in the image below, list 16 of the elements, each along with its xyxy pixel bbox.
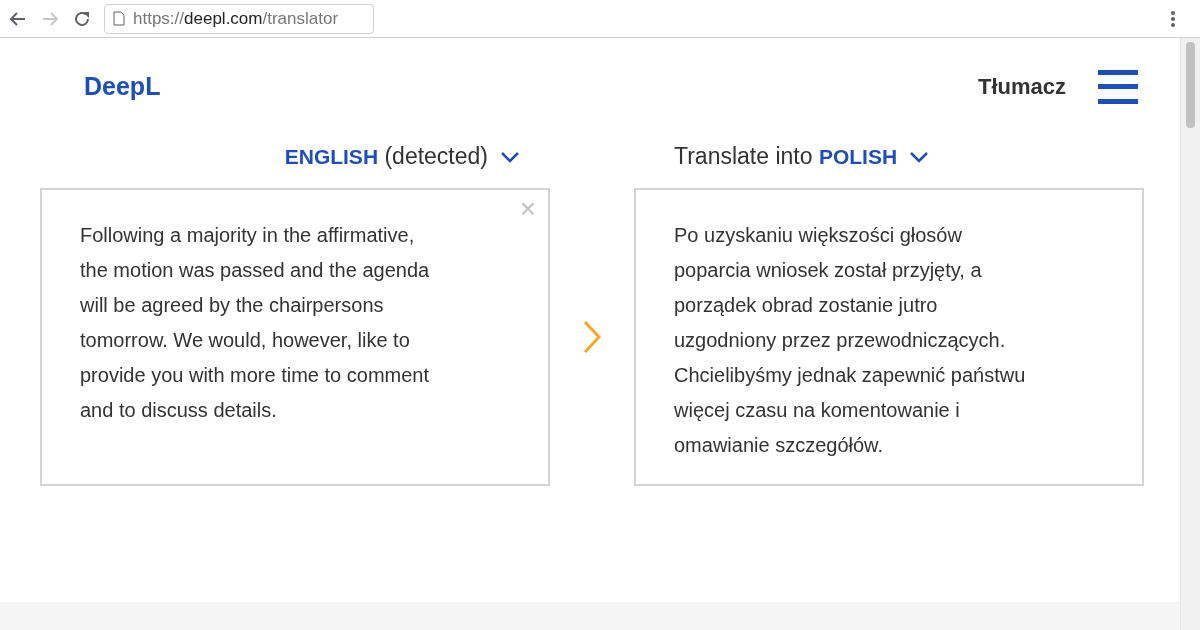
url-text: https://deepl.com/translator xyxy=(133,7,339,30)
source-text-box[interactable] xyxy=(40,187,550,486)
translated-text: Po uzyskaniu większości głosów poparcia wniosek został przyjęty, a porządek obrad zostanie jutro uzgodniony przez przewodniczących. Chcielibyśmy jednak zapewnić państwu więcej czasu na komentowanie i omawianie szczegółów. xyxy=(674,222,1027,458)
target-language[interactable]: Translate into POLISH xyxy=(674,139,898,174)
menu-icon[interactable] xyxy=(1098,69,1138,104)
logo[interactable]: DeepL xyxy=(84,68,161,106)
source-language[interactable]: ENGLISH (detected) xyxy=(284,139,488,174)
chevron-down-icon[interactable] xyxy=(909,150,930,163)
nav-link[interactable]: Tłumacz xyxy=(977,70,1066,104)
menu-icon[interactable] xyxy=(1170,9,1176,28)
page-icon xyxy=(113,11,125,26)
chevron-right-icon xyxy=(583,319,601,354)
scrollbar-thumb[interactable] xyxy=(1186,42,1195,128)
chevron-down-icon[interactable] xyxy=(500,150,520,163)
source-text: Following a majority in the affirmative, the motion was passed and the agenda will be agreed by the chairpersons tomorrow. We would, however, like to provide you with more time to comment and to discuss details. xyxy=(80,222,431,423)
address-bar[interactable]: https://deepl.com/translator xyxy=(104,3,374,34)
